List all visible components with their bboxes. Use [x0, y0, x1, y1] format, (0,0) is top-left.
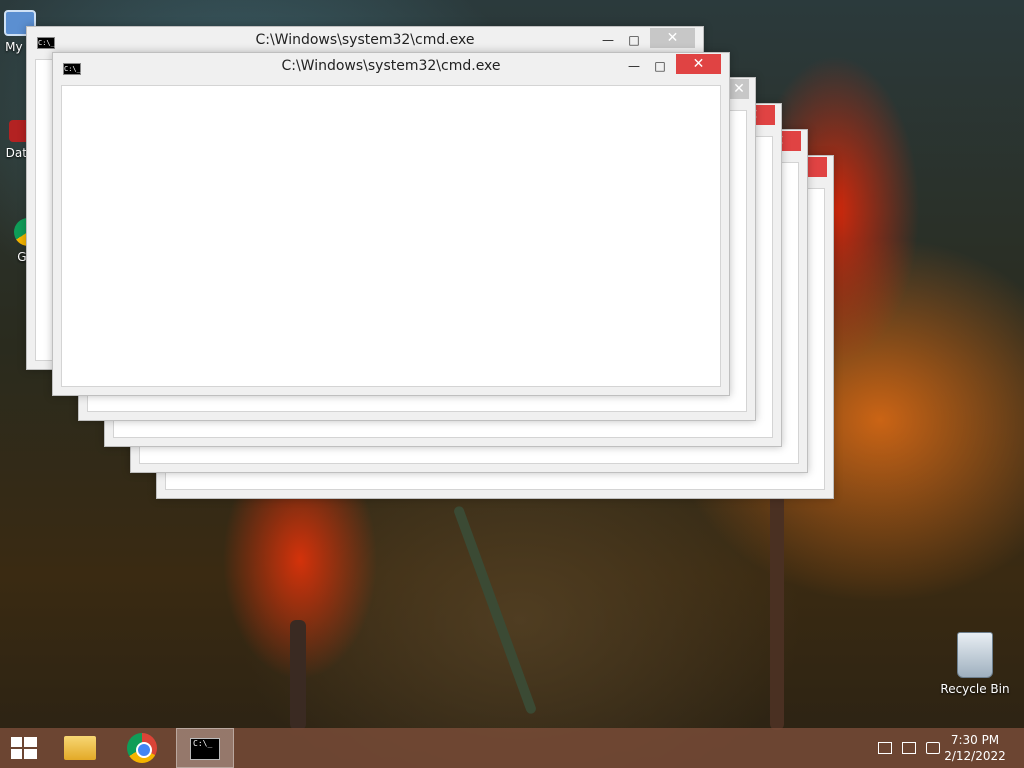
close-button[interactable]	[807, 157, 827, 177]
recycle-bin-icon	[957, 632, 993, 678]
taskbar-cmd[interactable]: C:\_	[176, 728, 234, 768]
taskbar-file-explorer[interactable]	[50, 728, 108, 768]
maximize-button[interactable]: □	[647, 56, 673, 76]
volume-muted-icon[interactable]	[926, 742, 940, 754]
console-area[interactable]	[61, 85, 721, 387]
taskbar-chrome[interactable]	[113, 728, 171, 768]
maximize-button[interactable]: □	[621, 30, 647, 50]
clock[interactable]: 7:30 PM 2/12/2022	[940, 732, 1010, 764]
system-tray: 7:30 PM 2/12/2022	[864, 728, 1024, 768]
wallpaper-stem	[290, 620, 306, 730]
cmd-window-active[interactable]: C:\_ C:\Windows\system32\cmd.exe — □ ✕	[52, 52, 730, 396]
clock-date: 2/12/2022	[944, 749, 1006, 763]
close-button[interactable]: ✕	[676, 54, 721, 74]
taskbar: C:\_ 7:30 PM 2/12/2022	[0, 728, 1024, 768]
close-button[interactable]: ✕	[729, 79, 749, 99]
cmd-icon: C:\_	[190, 738, 220, 760]
desktop-icon-recycle-bin[interactable]: Recycle Bin	[940, 632, 1010, 696]
clock-time: 7:30 PM	[950, 733, 1000, 747]
chrome-icon	[127, 733, 157, 763]
close-button[interactable]: ✕	[650, 28, 695, 48]
minimize-button[interactable]: —	[595, 30, 621, 50]
folder-icon	[64, 736, 96, 760]
windows-logo-icon	[11, 737, 37, 759]
minimize-button[interactable]: —	[621, 56, 647, 76]
desktop-icon-label: Recycle Bin	[940, 682, 1010, 696]
action-center-flag-icon[interactable]	[878, 742, 892, 754]
wallpaper-stem	[770, 490, 784, 730]
wallpaper-stem	[452, 504, 538, 716]
network-icon[interactable]	[902, 742, 916, 754]
